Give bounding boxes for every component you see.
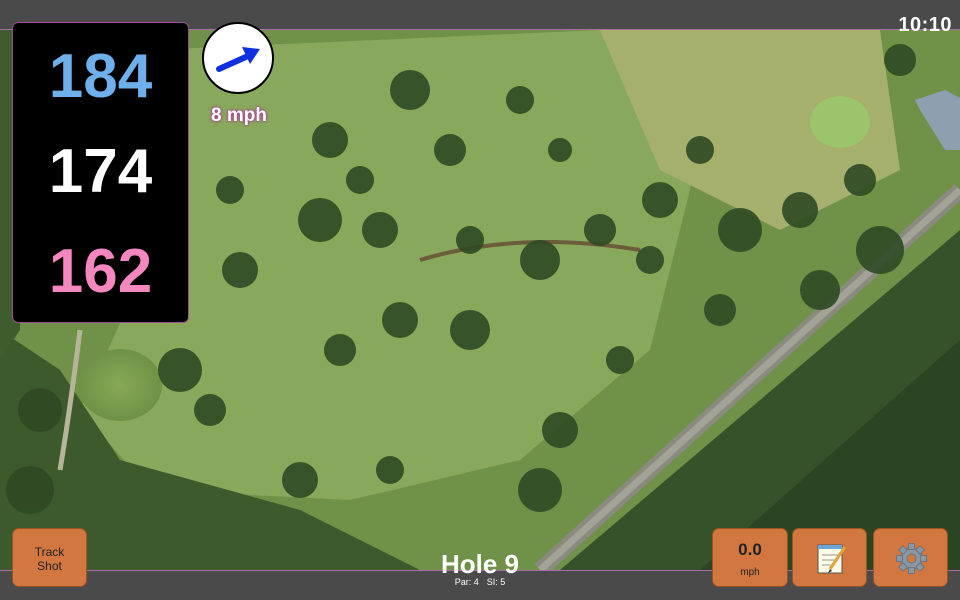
par-label: Par: 4 [454, 577, 479, 587]
gear-icon [896, 543, 927, 574]
distance-panel: 184 174 162 [12, 22, 189, 323]
speed-value: 0.0 [738, 540, 762, 559]
track-shot-button[interactable]: Track Shot [12, 528, 87, 587]
speed-unit: mph [740, 567, 760, 578]
notepad-icon [817, 544, 847, 574]
wind-arrow-icon [216, 47, 260, 72]
wind-speed-label: 8 mph [211, 105, 267, 126]
wind-indicator [202, 22, 274, 94]
track-shot-label-line2: Shot [37, 559, 62, 573]
settings-button[interactable] [873, 528, 948, 587]
front-distance: 162 [48, 237, 153, 306]
middle-distance: 174 [48, 137, 153, 206]
scorecard-notes-button[interactable] [792, 528, 867, 587]
hole-title: Hole 9 [440, 549, 520, 579]
back-distance: 184 [48, 42, 153, 111]
speed-button[interactable]: 0.0 mph [712, 528, 788, 587]
track-shot-label-line1: Track [34, 545, 65, 559]
stroke-index-label: SI: 5 [486, 577, 506, 587]
hole-info: Par: 4 SI: 5 [380, 577, 580, 587]
clock: 10:10 [898, 14, 952, 36]
